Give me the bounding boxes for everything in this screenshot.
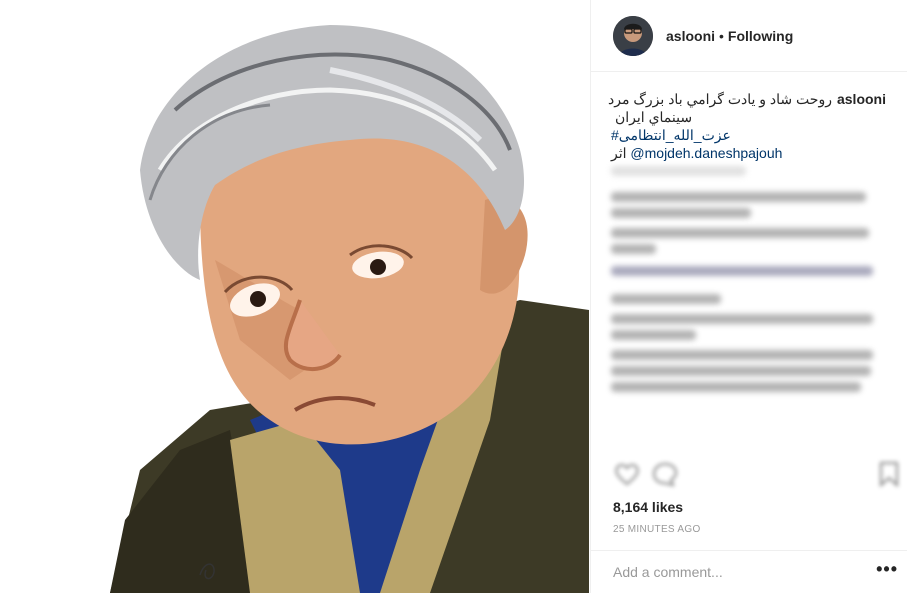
list-item (611, 314, 873, 324)
post-header: aslooni • Following (591, 0, 907, 72)
list-item (611, 330, 696, 340)
comment-icon[interactable] (651, 460, 679, 488)
list-item (611, 208, 751, 218)
caption-hashtag-line: #عزت_الله_انتظامی (611, 126, 886, 144)
list-item (611, 266, 873, 276)
comments-list (611, 166, 886, 398)
list-item (611, 350, 873, 360)
header-text: aslooni • Following (666, 28, 793, 44)
bookmark-icon[interactable] (875, 460, 903, 488)
add-comment-bar: ••• (591, 550, 907, 593)
post-caption: روحت شاد و يادت گرامي باد بزرگ مرد asloo… (608, 90, 886, 162)
heart-icon[interactable] (613, 460, 641, 488)
load-more-comments[interactable] (611, 166, 746, 176)
post-timestamp[interactable]: 25 MINUTES AGO (613, 524, 701, 535)
caption-mention[interactable]: @mojdeh.daneshpajouh (630, 145, 782, 161)
list-item (611, 382, 861, 392)
post-image[interactable] (0, 0, 589, 593)
caption-hashtag[interactable]: #عزت_الله_انتظامی (611, 127, 731, 143)
list-item (611, 294, 721, 304)
caption-first-line: روحت شاد و يادت گرامي باد بزرگ مرد asloo… (608, 90, 886, 108)
caption-text-line1: روحت شاد و يادت گرامي باد بزرگ مرد (608, 91, 832, 107)
more-options-icon[interactable]: ••• (876, 559, 898, 580)
post-sidebar: aslooni • Following روحت شاد و يادت گرامي … (590, 0, 907, 593)
list-item (611, 228, 869, 238)
avatar[interactable] (613, 16, 653, 56)
caption-username[interactable]: aslooni (837, 90, 886, 108)
header-separator: • (719, 28, 724, 44)
add-comment-input[interactable] (613, 563, 853, 581)
instagram-post: aslooni • Following روحت شاد و يادت گرامي … (0, 0, 907, 593)
list-item (611, 244, 656, 254)
avatar-image (613, 16, 653, 56)
like-count[interactable]: 8,164 likes (613, 499, 683, 515)
header-username[interactable]: aslooni (666, 28, 715, 44)
caption-credit-prefix: اثر (611, 145, 627, 161)
list-item (611, 366, 871, 376)
list-item (611, 192, 866, 202)
caricature-illustration (0, 0, 589, 593)
post-actions (613, 460, 903, 488)
following-button[interactable]: Following (728, 28, 793, 44)
caption-credit-line: اثر @mojdeh.daneshpajouh (611, 144, 886, 162)
caption-text-line2: سينماي ايران (615, 109, 693, 125)
